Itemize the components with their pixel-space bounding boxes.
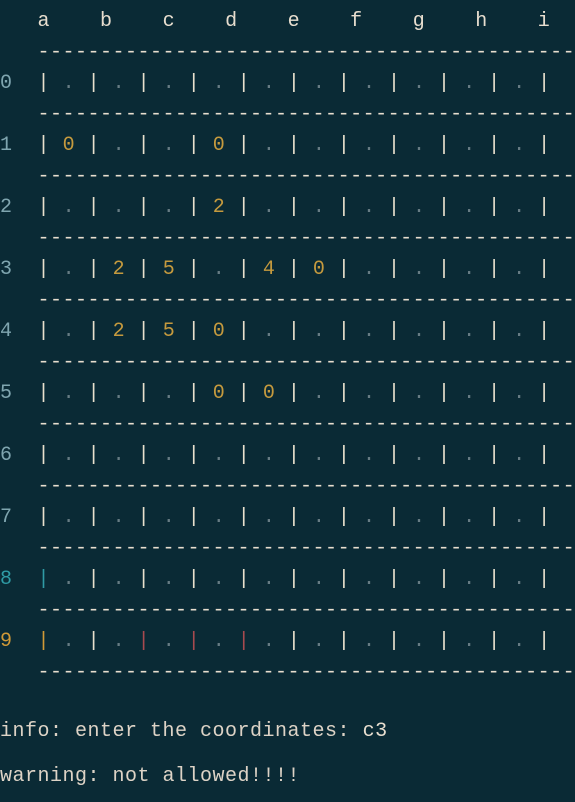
- grid-separator: ----------------------------------------…: [0, 347, 575, 378]
- grid-separator: ----------------------------------------…: [0, 533, 575, 564]
- grid-separator: ----------------------------------------…: [0, 161, 575, 192]
- grid-separator: ----------------------------------------…: [0, 657, 575, 688]
- grid-row: 6 | . | . | . | . | . | . | . | . | . | …: [0, 440, 575, 471]
- grid-row: 4 | . | 2 | 5 | 0 | . | . | . | . | . | …: [0, 316, 575, 347]
- coordinate-input[interactable]: c3: [363, 720, 388, 743]
- grid-separator: ----------------------------------------…: [0, 37, 575, 68]
- grid-row: 3 | . | 2 | 5 | . | 4 | 0 | . | . | . | …: [0, 254, 575, 285]
- grid-row: 2 | . | . | . | 2 | . | . | . | . | . | …: [0, 192, 575, 223]
- grid-separator: ----------------------------------------…: [0, 409, 575, 440]
- grid-row: 9 | . | . | . | . | . | . | . | . | . | …: [0, 626, 575, 657]
- grid-separator: ----------------------------------------…: [0, 471, 575, 502]
- info-prompt-line: info: enter the coordinates: c3: [0, 716, 575, 747]
- grid-row: 5 | . | . | . | 0 | 0 | . | . | . | . | …: [0, 378, 575, 409]
- grid-row: 8 | . | . | . | . | . | . | . | . | . | …: [0, 564, 575, 595]
- grid-separator: ----------------------------------------…: [0, 223, 575, 254]
- grid-row: 1 | 0 | . | . | 0 | . | . | . | . | . | …: [0, 130, 575, 161]
- terminal-output: a b c d e f g h i j --------------------…: [0, 0, 575, 802]
- grid-row: 7 | . | . | . | . | . | . | . | . | . | …: [0, 502, 575, 533]
- column-header-row: a b c d e f g h i j: [0, 6, 575, 37]
- info-prompt-text: info: enter the coordinates:: [0, 720, 363, 743]
- warning-line: warning: not allowed!!!!: [0, 761, 575, 792]
- grid-separator: ----------------------------------------…: [0, 595, 575, 626]
- grid-row: 0 | . | . | . | . | . | . | . | . | . | …: [0, 68, 575, 99]
- grid-separator: ----------------------------------------…: [0, 99, 575, 130]
- grid-separator: ----------------------------------------…: [0, 285, 575, 316]
